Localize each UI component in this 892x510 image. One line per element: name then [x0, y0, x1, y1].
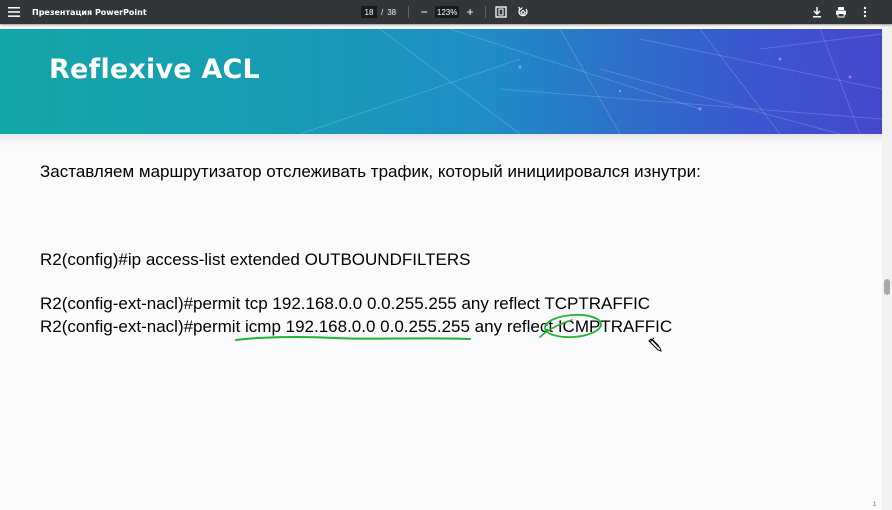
pdf-toolbar: Презентация PowerPoint 18 / 38 − 123% + — [0, 0, 892, 24]
slide-intro-text: Заставляем маршрутизатор отслеживать тра… — [40, 162, 701, 181]
banner-top-strip — [0, 24, 882, 29]
page-number-input[interactable]: 18 — [361, 6, 377, 18]
slide-page-number: 1 — [873, 502, 877, 508]
more-vert-icon[interactable] — [858, 5, 872, 19]
command-line-1: R2(config)#ip access-list extended OUTBO… — [40, 250, 471, 269]
rotate-icon[interactable] — [516, 5, 530, 19]
banner-shadow — [0, 134, 882, 146]
vertical-scrollbar[interactable] — [882, 24, 892, 510]
print-icon[interactable] — [834, 5, 848, 19]
download-icon[interactable] — [810, 5, 824, 19]
zoom-in-label: + — [466, 5, 474, 19]
pencil-cursor-icon — [648, 336, 664, 357]
slide-title-banner: Reflexive ACL — [0, 29, 882, 134]
page-controls: 18 / 38 − 123% + — [361, 0, 530, 24]
page-total: 38 — [387, 7, 397, 17]
toolbar-divider-2 — [485, 6, 487, 18]
menu-icon[interactable] — [6, 4, 22, 20]
zoom-input[interactable]: 123% — [435, 6, 460, 18]
zoom-out-button[interactable]: − — [417, 5, 431, 19]
slide-title: Reflexive ACL — [49, 54, 260, 85]
zoom-out-label: − — [420, 5, 428, 19]
zoom-in-button[interactable]: + — [463, 5, 477, 19]
right-controls — [810, 0, 872, 24]
document-title: Презентация PowerPoint — [32, 7, 147, 17]
command-line-3: R2(config-ext-nacl)#permit icmp 192.168.… — [40, 317, 673, 336]
command-line-2: R2(config-ext-nacl)#permit tcp 192.168.0… — [40, 294, 651, 313]
scrollbar-thumb[interactable] — [884, 279, 890, 295]
fit-page-icon[interactable] — [494, 5, 508, 19]
toolbar-divider — [408, 6, 410, 18]
page-separator: / — [381, 7, 384, 17]
pdf-page: Reflexive ACL Заставляем маршрутизатор о… — [0, 24, 882, 510]
